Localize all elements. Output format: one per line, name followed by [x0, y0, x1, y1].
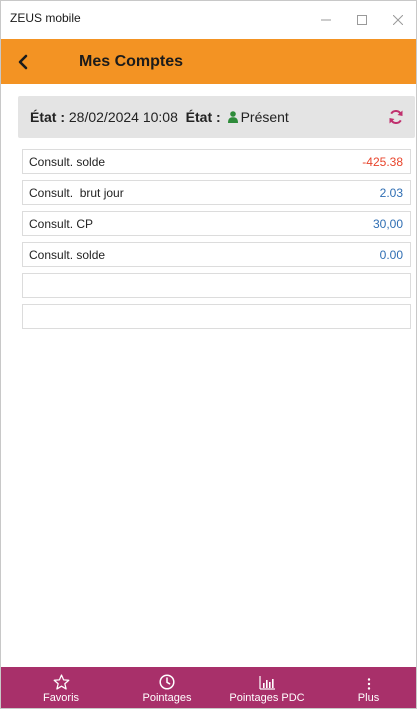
back-button[interactable] [17, 39, 51, 84]
item-label: Consult. brut jour [29, 185, 124, 200]
list-item[interactable]: Consult. brut jour 2.03 [22, 180, 411, 205]
nav-label: Plus [357, 691, 380, 704]
status-text: État : 28/02/2024 10:08 État : Présent [30, 109, 289, 125]
status-label: État : [30, 109, 65, 125]
item-value: -425.38 [362, 154, 403, 169]
maximize-button[interactable] [344, 1, 380, 39]
bar-chart-icon [259, 675, 275, 690]
accounts-list: Consult. solde -425.38 Consult. brut jou… [22, 149, 411, 335]
minimize-button[interactable] [308, 1, 344, 39]
list-item-empty[interactable] [22, 273, 411, 298]
presence-value: Présent [240, 109, 289, 125]
window-title: ZEUS mobile [10, 11, 81, 25]
nav-label: Pointages [142, 691, 192, 704]
item-value: 30,00 [372, 216, 403, 231]
item-label: Consult. solde [29, 247, 106, 262]
nav-label: Pointages PDC [229, 691, 305, 704]
window-controls [308, 1, 416, 39]
item-label: Consult. CP [29, 216, 94, 231]
list-item-empty[interactable] [22, 304, 411, 329]
nav-label: Favoris [42, 691, 80, 704]
app-window: ZEUS mobile Mes Comptes État : 28/02/202… [0, 0, 417, 709]
nav-pointages-pdc[interactable]: Pointages PDC [213, 667, 321, 708]
close-button[interactable] [380, 1, 416, 39]
clock-icon [159, 673, 175, 690]
minimize-icon [321, 19, 331, 21]
status-datetime: 28/02/2024 10:08 [68, 109, 178, 125]
list-item[interactable]: Consult. solde 0.00 [22, 242, 411, 267]
page-title: Mes Comptes [79, 52, 184, 70]
person-icon [227, 111, 238, 123]
more-vertical-icon [367, 677, 370, 690]
list-item[interactable]: Consult. solde -425.38 [22, 149, 411, 174]
nav-favoris[interactable]: Favoris [1, 667, 121, 708]
status-bar: État : 28/02/2024 10:08 État : Présent [18, 96, 415, 138]
chevron-left-icon [18, 54, 28, 69]
refresh-button[interactable] [387, 108, 405, 126]
maximize-icon [357, 15, 367, 25]
item-value: 0.00 [379, 247, 403, 262]
close-icon [393, 15, 403, 25]
presence-label: État : [185, 109, 221, 125]
item-value: 2.03 [379, 185, 403, 200]
bottom-navigation: Favoris Pointages Pointages PDC Plus [1, 667, 416, 708]
item-label: Consult. solde [29, 154, 106, 169]
nav-pointages[interactable]: Pointages [121, 667, 213, 708]
refresh-icon [389, 110, 403, 124]
title-bar: ZEUS mobile [1, 1, 416, 39]
nav-plus[interactable]: Plus [321, 667, 416, 708]
list-item[interactable]: Consult. CP 30,00 [22, 211, 411, 236]
star-icon [53, 673, 69, 690]
page-header: Mes Comptes [1, 39, 416, 84]
